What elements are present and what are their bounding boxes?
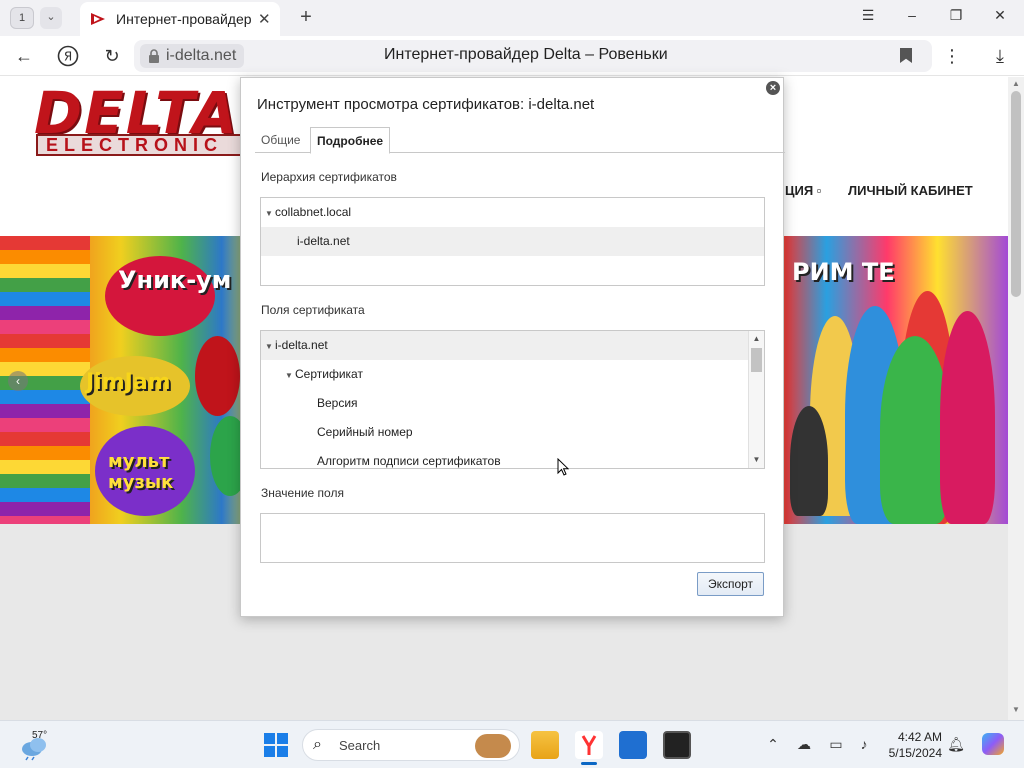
tree-item[interactable]: ▼ collabnet.local bbox=[261, 198, 764, 227]
page-scrollbar[interactable]: ▲ ▼ bbox=[1008, 77, 1024, 720]
cloud-off-icon[interactable]: ☁ bbox=[795, 735, 813, 753]
taskbar-clock[interactable]: 4:42 AM 5/15/2024 bbox=[886, 729, 942, 761]
robot-toy bbox=[790, 406, 828, 516]
mouse-cursor-icon bbox=[557, 458, 569, 476]
fields-scroll-thumb[interactable] bbox=[751, 348, 762, 372]
yandex-browser-icon[interactable] bbox=[575, 731, 603, 759]
active-app-indicator bbox=[581, 762, 597, 765]
field-item-label: Сертификат bbox=[295, 367, 363, 381]
lock-icon bbox=[149, 49, 159, 63]
nav-personal-cabinet[interactable]: ЛИЧНЫЙ КАБИНЕТ bbox=[848, 183, 973, 198]
search-icon: ⌕ bbox=[313, 736, 322, 753]
field-item[interactable]: Серийный номер bbox=[261, 418, 764, 447]
display-icon[interactable]: ▭ bbox=[827, 735, 845, 753]
more-icon[interactable]: ⋮ bbox=[940, 45, 964, 67]
tree-item-selected[interactable]: i-delta.net bbox=[261, 227, 764, 256]
delta-favicon-icon bbox=[91, 13, 105, 25]
field-value-box[interactable] bbox=[260, 513, 765, 563]
export-button[interactable]: Экспорт bbox=[697, 572, 764, 596]
dialog-title: Инструмент просмотра сертификатов: i-del… bbox=[257, 96, 595, 113]
tree-item-label: collabnet.local bbox=[275, 205, 352, 219]
new-tab-button[interactable]: + bbox=[294, 6, 318, 30]
scroll-thumb[interactable] bbox=[1011, 91, 1021, 297]
copilot-icon[interactable] bbox=[982, 733, 1004, 755]
windows-taskbar: 57° ⌕ Search ⌃ ☁ ▭ ♪ 4:42 AM 5/15/2024 🔔… bbox=[0, 720, 1024, 768]
address-domain: i-delta.net bbox=[166, 47, 237, 64]
page-title: Интернет-провайдер Delta – Ровеньки bbox=[384, 46, 668, 63]
close-window-button[interactable]: ✕ bbox=[988, 7, 1012, 29]
certificate-hierarchy-tree[interactable]: ▼ collabnet.local i-delta.net bbox=[260, 197, 765, 286]
field-item[interactable]: Версия bbox=[261, 389, 764, 418]
tab-details[interactable]: Подробнее bbox=[310, 127, 391, 154]
kids-photo: РИМ ТЕ bbox=[790, 236, 1008, 524]
clock-date: 5/15/2024 bbox=[888, 746, 942, 760]
field-item[interactable]: ▼ i-delta.net bbox=[261, 331, 748, 360]
field-value-label: Значение поля bbox=[261, 486, 344, 500]
certificate-viewer-dialog: Инструмент просмотра сертификатов: i-del… bbox=[240, 77, 785, 617]
nav-menu-item[interactable]: ЦИЯ ▫ bbox=[785, 183, 821, 198]
expand-triangle-icon[interactable]: ▼ bbox=[283, 361, 295, 390]
fields-label: Поля сертификата bbox=[261, 303, 365, 317]
banner-unikum-logo: Уник-ум bbox=[118, 266, 232, 294]
expand-triangle-icon[interactable]: ▼ bbox=[263, 199, 275, 228]
scroll-up-arrow-icon[interactable]: ▲ bbox=[749, 332, 764, 346]
tab-title: Интернет-провайдер D bbox=[116, 11, 252, 27]
banner-multmuzyk-logo: мульт музык bbox=[108, 451, 174, 493]
volume-icon[interactable]: ♪ bbox=[855, 735, 873, 753]
dialog-tabs: Общие Подробнее bbox=[255, 127, 785, 154]
carousel-prev-button[interactable]: ‹ bbox=[8, 371, 28, 391]
kid-figure bbox=[940, 311, 995, 524]
restore-button[interactable]: ❐ bbox=[944, 7, 968, 29]
field-item-label: i-delta.net bbox=[275, 338, 328, 352]
banner-text-fragment: РИМ ТЕ bbox=[792, 258, 895, 286]
omnibox[interactable]: i-delta.net Интернет-провайдер Delta – Р… bbox=[134, 40, 932, 72]
terminal-icon[interactable] bbox=[663, 731, 691, 759]
dialog-close-icon[interactable]: × bbox=[766, 81, 780, 95]
taskbar-search-box[interactable]: ⌕ Search bbox=[302, 729, 520, 761]
svg-text:Я: Я bbox=[64, 50, 72, 64]
browser-tab-bar: 1 ⌄ Интернет-провайдер D ✕ + ☰ – ❐ ✕ bbox=[0, 0, 1024, 36]
expand-triangle-icon[interactable]: ▼ bbox=[263, 332, 275, 361]
scroll-down-arrow-icon[interactable]: ▼ bbox=[1011, 705, 1021, 715]
clock-time: 4:42 AM bbox=[897, 730, 942, 744]
hierarchy-label: Иерархия сертификатов bbox=[261, 170, 397, 184]
bookmark-icon[interactable] bbox=[900, 48, 912, 63]
banner-jimjam-logo: JimJam bbox=[86, 370, 171, 395]
browser-tab[interactable]: Интернет-провайдер D ✕ bbox=[80, 2, 280, 36]
download-icon[interactable]: ⤓ bbox=[988, 45, 1012, 67]
browser-menu-icon[interactable]: ☰ bbox=[856, 7, 880, 29]
delta-logo-on-banner bbox=[195, 336, 240, 416]
search-highlight-cookies-icon bbox=[475, 734, 511, 758]
yandex-icon[interactable]: Я bbox=[56, 45, 80, 67]
file-explorer-icon[interactable] bbox=[531, 731, 559, 759]
tab-close-icon[interactable]: ✕ bbox=[258, 10, 271, 28]
site-logo-subtitle: ELECTRONIC bbox=[36, 134, 246, 156]
weather-temperature: 57° bbox=[32, 730, 48, 741]
address-bar-row: ← Я ↻ i-delta.net Интернет-провайдер Del… bbox=[0, 36, 1024, 76]
reload-icon[interactable]: ↻ bbox=[100, 45, 124, 67]
search-placeholder: Search bbox=[339, 738, 381, 753]
notification-bell-icon[interactable]: 🔔︎ bbox=[947, 735, 965, 753]
tab-general[interactable]: Общие bbox=[255, 127, 306, 154]
start-icon[interactable] bbox=[264, 733, 288, 757]
scroll-down-arrow-icon[interactable]: ▼ bbox=[749, 453, 764, 467]
fields-scrollbar[interactable]: ▲ ▼ bbox=[748, 331, 764, 468]
store-icon[interactable] bbox=[619, 731, 647, 759]
tab-counter[interactable]: 1 bbox=[10, 7, 34, 29]
site-info-chip[interactable]: i-delta.net bbox=[140, 44, 245, 68]
tab-list-chevron-icon[interactable]: ⌄ bbox=[40, 7, 62, 29]
back-icon[interactable]: ← bbox=[12, 45, 36, 67]
field-item[interactable]: Алгоритм подписи сертификатов bbox=[261, 447, 764, 468]
minimize-button[interactable]: – bbox=[900, 7, 924, 29]
scroll-up-arrow-icon[interactable]: ▲ bbox=[1011, 79, 1021, 89]
certificate-fields-tree[interactable]: ▼ i-delta.net ▼ Сертификат Версия Серийный… bbox=[260, 330, 765, 469]
field-item[interactable]: ▼ Сертификат bbox=[261, 360, 764, 389]
chevron-up-icon[interactable]: ⌃ bbox=[764, 735, 782, 753]
